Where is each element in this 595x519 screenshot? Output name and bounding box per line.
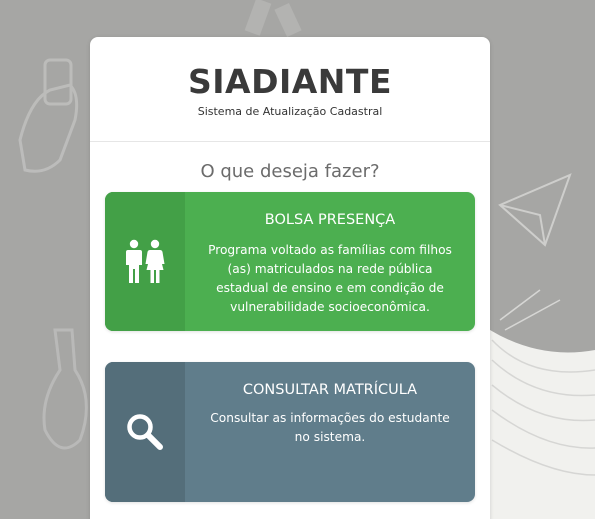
search-icon xyxy=(127,414,163,450)
consultar-matricula-title: CONSULTAR MATRÍCULA xyxy=(242,382,418,398)
bolsa-presenca-text: BOLSA PRESENÇA Programa voltado as famíl… xyxy=(185,192,475,331)
header: SIADIANTE Sistema de Atualização Cadastr… xyxy=(90,37,490,142)
bolsa-presenca-option[interactable]: BOLSA PRESENÇA Programa voltado as famíl… xyxy=(105,192,475,331)
bolsa-presenca-icon-panel xyxy=(105,192,185,331)
app-subtitle: Sistema de Atualização Cadastral xyxy=(197,105,383,118)
main-card: SIADIANTE Sistema de Atualização Cadastr… xyxy=(90,37,490,519)
family-icon xyxy=(126,239,165,283)
page-prompt: O que deseja fazer? xyxy=(200,161,380,182)
bolsa-presenca-title: BOLSA PRESENÇA xyxy=(264,212,396,228)
bolsa-presenca-description: Programa voltado as famílias com filhos … xyxy=(208,243,452,314)
app-logo: SIADIANTE xyxy=(188,62,392,101)
consultar-matricula-description: Consultar as informações do estudante no… xyxy=(210,411,450,444)
consultar-matricula-option[interactable]: CONSULTAR MATRÍCULA Consultar as informa… xyxy=(105,362,475,502)
consultar-matricula-text: CONSULTAR MATRÍCULA Consultar as informa… xyxy=(185,362,475,502)
consultar-matricula-icon-panel xyxy=(105,362,185,502)
